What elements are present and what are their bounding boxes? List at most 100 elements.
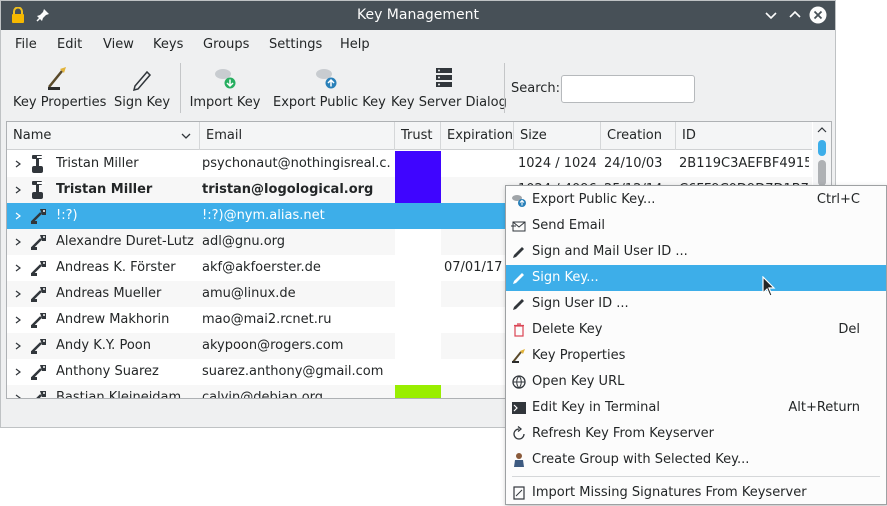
cell-email: !:?)@nym.alias.net [202,208,325,223]
chevron-right-icon[interactable] [15,394,21,399]
menu-separator [512,476,880,477]
column-name[interactable]: Name [7,122,200,150]
toolbar: Key Properties Sign Key Import Key Expor… [1,59,835,117]
cell-email: adl@gnu.org [202,234,286,249]
context-menu-item[interactable]: Refresh Key From Keyserver [506,421,886,447]
group-icon [514,453,524,467]
public-key-icon [31,339,46,354]
context-menu-label: Export Public Key... [532,192,656,207]
column-size[interactable]: Size [514,122,601,150]
chevron-right-icon[interactable] [15,186,21,194]
cell-name: Tristan Miller [56,182,153,197]
maximize-icon[interactable] [786,6,804,24]
column-trust[interactable]: Trust [395,122,441,150]
server-icon [436,68,452,87]
chevron-right-icon[interactable] [15,264,21,272]
chevron-right-icon[interactable] [15,160,21,168]
key-server-dialog-button[interactable]: Key Server Dialog [391,65,507,115]
column-email[interactable]: Email [200,122,395,150]
terminal-icon [512,402,526,414]
column-id[interactable]: ID [676,122,812,150]
pen-icon [132,70,152,91]
chevron-down-icon [181,133,191,139]
toolbar-separator [180,63,181,113]
cell-expiration [444,359,512,385]
context-menu-label: Edit Key in Terminal [532,400,660,415]
search-label: Search: [511,81,561,96]
search-input[interactable] [561,75,695,103]
import-key-button[interactable]: Import Key [189,65,261,115]
context-menu-shortcut: Del [838,322,860,337]
context-menu-item[interactable]: Key Properties [506,343,886,369]
import-key-label: Import Key [189,95,261,110]
chevron-right-icon[interactable] [15,290,21,298]
menu-settings[interactable]: Settings [269,37,322,52]
context-menu-item[interactable]: Export Public Key... Ctrl+C [506,187,886,213]
context-menu-item[interactable]: Open Key URL [506,369,886,395]
cell-email: tristan@logological.org [202,182,374,197]
menu-edit[interactable]: Edit [57,37,82,52]
key-pair-icon [32,181,45,199]
cell-expiration [444,229,512,255]
close-icon[interactable] [809,6,827,24]
cell-expiration [444,385,512,398]
cell-id: 2B119C3AEFBF4915 [679,156,809,171]
context-menu-label: Open Key URL [532,374,625,389]
context-menu-item[interactable]: Sign and Mail User ID ... [506,239,886,265]
trust-indicator [395,385,441,398]
trust-indicator [395,307,441,333]
cell-name: Andrew Makhorin [56,312,170,327]
context-menu-item[interactable]: Sign User ID ... [506,291,886,317]
export-key-icon [316,69,337,89]
export-icon [512,195,526,207]
cell-expiration [444,333,512,359]
window-title: Key Management [356,7,480,23]
trust-indicator [395,177,441,203]
cell-expiration [444,307,512,333]
chevron-right-icon[interactable] [15,368,21,376]
cell-email: akypoon@rogers.com [202,338,344,353]
column-creation[interactable]: Creation [601,122,676,150]
trust-indicator [395,151,441,177]
key-server-dialog-label: Key Server Dialog [391,95,507,110]
cell-email: mao@mai2.rcnet.ru [202,312,332,327]
menu-file[interactable]: File [15,37,37,52]
chevron-right-icon[interactable] [15,212,21,220]
minimize-icon[interactable] [762,6,780,24]
scrollbar-track[interactable] [818,160,826,186]
key-properties-icon [48,67,66,90]
scroll-up-icon[interactable] [817,126,827,134]
trust-indicator [395,359,441,385]
cell-email: calvin@debian.org [202,390,324,399]
trash-icon [514,323,524,337]
cell-name: Andy K.Y. Poon [56,338,151,353]
table-row[interactable]: Tristan Miller psychonaut@nothingisreal.c… [7,151,812,177]
chevron-right-icon[interactable] [15,238,21,246]
cell-email: akf@akfoerster.de [202,260,321,275]
import-key-icon [215,69,236,89]
context-menu-item[interactable]: Import Missing Signatures From Keyserver [506,480,886,506]
menu-groups[interactable]: Groups [203,37,249,52]
table-header: Name Email Trust Expiration Size Creatio… [7,122,812,150]
chevron-right-icon[interactable] [15,316,21,324]
column-expiration[interactable]: Expiration [441,122,514,150]
key-pair-icon [32,155,45,173]
cell-email: amu@linux.de [202,286,296,301]
sign-key-button[interactable]: Sign Key [113,65,171,115]
context-menu-item[interactable]: Delete Key Del [506,317,886,343]
menu-help[interactable]: Help [340,37,370,52]
title-bar[interactable]: Key Management [1,1,835,30]
context-menu-item[interactable]: Send Email [506,213,886,239]
key-properties-button[interactable]: Key Properties [13,65,106,115]
context-menu-item[interactable]: Sign Key... [506,265,886,291]
export-public-key-button[interactable]: Export Public Key [273,65,386,115]
scrollbar-thumb[interactable] [818,140,826,156]
context-menu-item[interactable]: Create Group with Selected Key... [506,447,886,473]
menu-keys[interactable]: Keys [153,37,183,52]
cell-expiration [444,177,512,203]
cell-expiration [444,281,512,307]
chevron-right-icon[interactable] [15,342,21,350]
context-menu-item[interactable]: Edit Key in Terminal Alt+Return [506,395,886,421]
menu-view[interactable]: View [103,37,134,52]
context-menu-label: Create Group with Selected Key... [532,452,750,467]
